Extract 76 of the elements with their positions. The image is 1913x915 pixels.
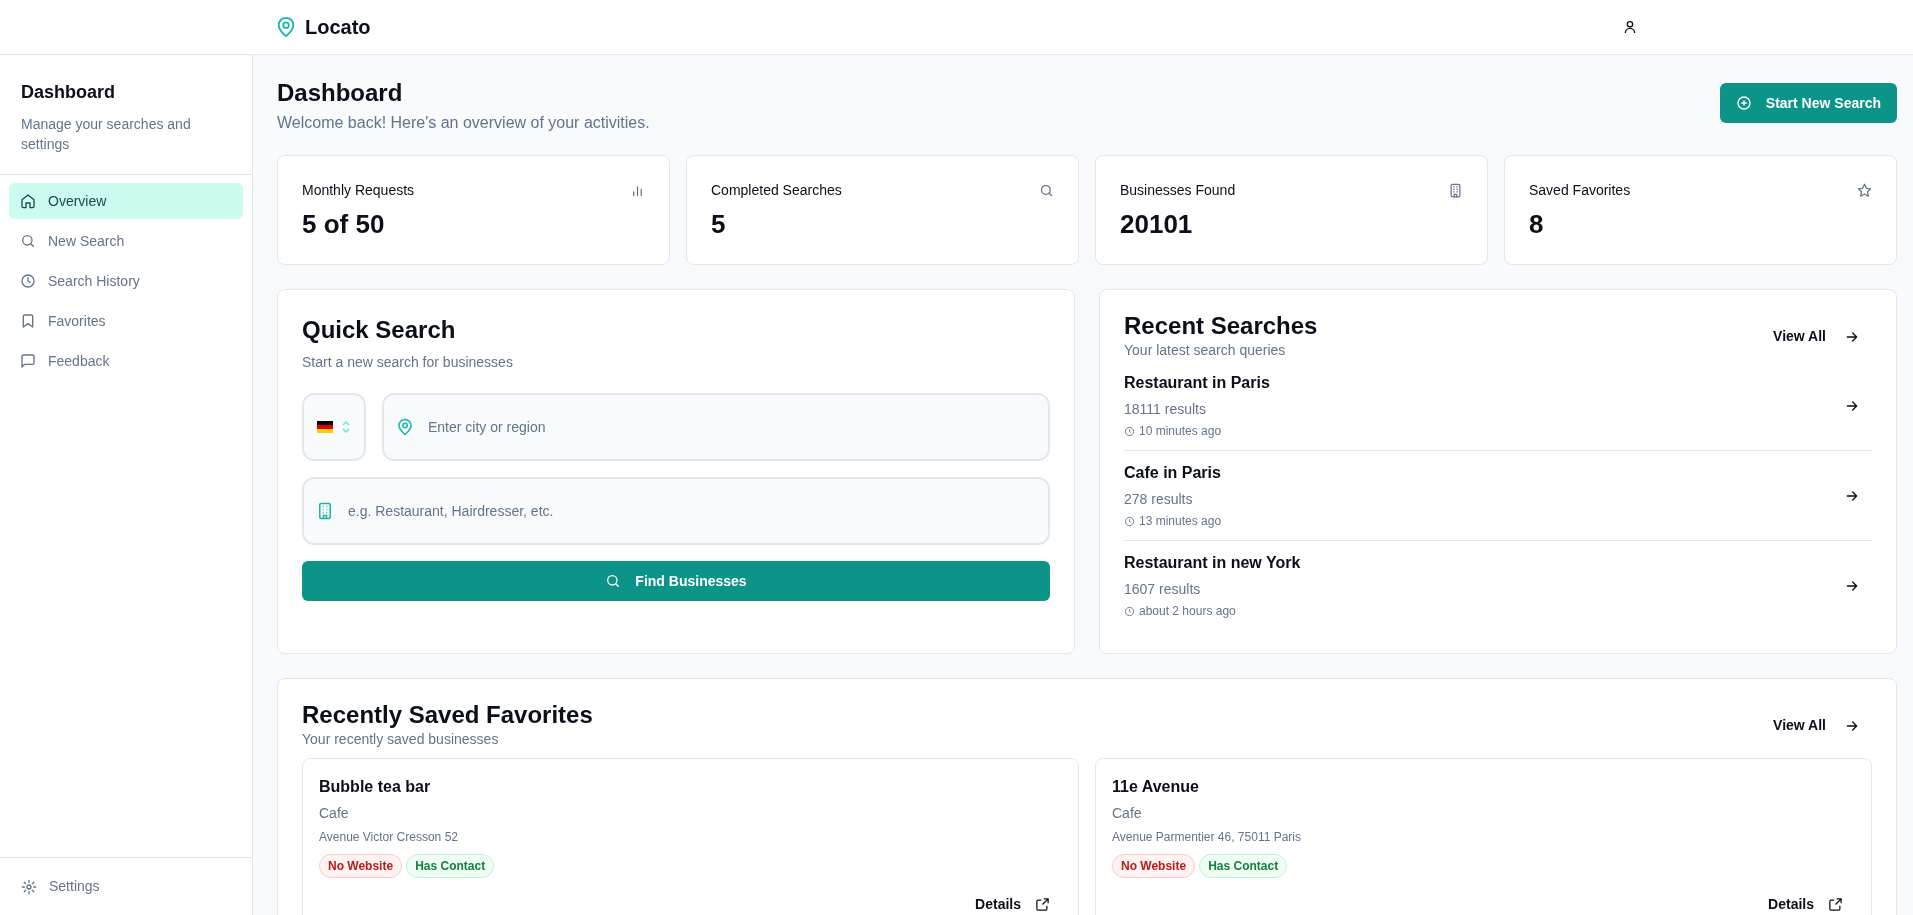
search-time: 10 minutes ago [1139,423,1222,440]
search-query[interactable]: Restaurant in Paris [1124,371,1270,395]
sidebar-subtitle: Manage your searches and settings [21,115,192,154]
details-link[interactable]: Details [1768,894,1843,915]
settings-link[interactable]: Settings [21,876,231,897]
nav-item[interactable]: Search History [9,263,243,299]
nav-item[interactable]: Feedback [9,343,243,379]
plus-circle-icon [1735,95,1752,111]
clock-icon [1124,605,1135,617]
location-field[interactable]: Enter city or region [382,393,1050,461]
status-tag: Has Contact [406,854,495,878]
status-tag: No Website [319,854,403,878]
search-icon [1039,183,1054,198]
user-icon[interactable] [1622,19,1638,35]
business-name: 11e Avenue [1112,777,1200,797]
stat-label: Saved Favorites [1529,181,1631,200]
stat-value: 5 of 50 [302,208,386,241]
clock-icon [1124,425,1135,437]
page-subtitle: Welcome back! Here's an overview of your activities. [277,113,650,133]
search-query[interactable]: Restaurant in new York [1124,551,1301,575]
search-icon [20,233,36,249]
card-subtitle: Your recently saved businesses [302,730,500,749]
find-businesses-button[interactable]: Find Businesses [302,561,1050,601]
search-query[interactable]: Cafe in Paris [1124,461,1222,485]
sidebar-title: Dashboard [21,81,117,104]
country-select[interactable] [302,393,366,461]
building-icon [316,502,334,520]
status-tag: Has Contact [1199,854,1288,878]
clock-icon [20,273,36,289]
category-field[interactable]: e.g. Restaurant, Hairdresser, etc. [302,477,1050,545]
page-title: Dashboard [277,79,404,107]
result-count: 278 results [1124,490,1194,509]
nav-item[interactable]: New Search [9,223,243,259]
details-link[interactable]: Details [975,894,1050,915]
search-icon [605,573,622,589]
business-category: Cafe [1112,804,1143,823]
stat-label: Completed Searches [711,181,842,200]
business-category: Cafe [319,804,350,823]
result-count: 18111 results [1124,400,1207,419]
star-icon [1857,183,1872,198]
card-title: Recently Saved Favorites [302,701,593,729]
chevron-up-down-icon [341,420,351,434]
status-tag: No Website [1112,854,1196,878]
stat-value: 5 [711,208,727,241]
nav-item[interactable]: Overview [9,183,243,219]
card-subtitle: Start a new search for businesses [302,353,514,372]
home-icon [20,193,36,209]
stat-value: 8 [1529,208,1545,241]
brand-name[interactable]: Locato [305,12,371,42]
card-title: Quick Search [302,315,457,345]
card-subtitle: Your latest search queries [1124,341,1287,360]
settings-icon [21,878,37,895]
bar-chart-icon [630,183,645,198]
map-pin-icon [396,418,414,436]
building-icon [1448,183,1463,198]
bookmark-icon [20,313,36,329]
start-new-search-button[interactable]: Start New Search [1719,83,1897,123]
clock-icon [1124,515,1135,527]
search-time: 13 minutes ago [1139,513,1222,530]
flag-icon [317,421,333,433]
map-pin-icon [275,16,297,38]
view-all-link[interactable]: View All [1773,715,1860,736]
stat-label: Monthly Requests [302,181,415,200]
result-count: 1607 results [1124,580,1202,599]
stat-label: Businesses Found [1120,181,1236,200]
business-address: Avenue Victor Cresson 52 [319,829,459,846]
external-link-icon [1035,897,1050,912]
external-link-icon [1828,897,1843,912]
business-address: Avenue Parmentier 46, 75011 Paris [1112,829,1302,846]
business-name: Bubble tea bar [319,777,432,797]
search-time: about 2 hours ago [1139,603,1236,620]
nav-item[interactable]: Favorites [9,303,243,339]
card-title: Recent Searches [1124,312,1318,340]
stat-value: 20101 [1120,208,1194,241]
speech-bubble-icon [20,353,36,369]
view-all-link[interactable]: View All [1773,326,1860,347]
